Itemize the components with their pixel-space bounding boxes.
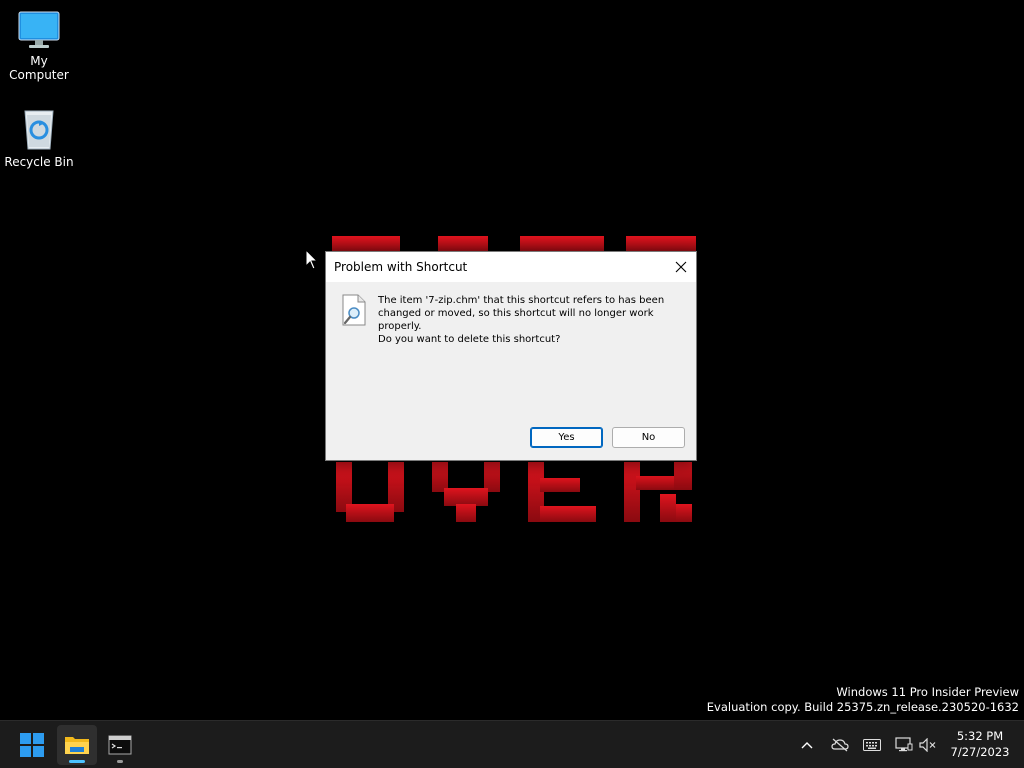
taskbar: 5:32 PM 7/27/2023 <box>0 720 1024 768</box>
dialog-body: The item '7-zip.chm' that this shortcut … <box>326 282 696 460</box>
onedrive-icon <box>831 738 849 752</box>
desktop: My Computer Recycle Bin Problem with Sho… <box>0 0 1024 720</box>
desktop-icon-label: My Computer <box>9 54 69 82</box>
clock-time: 5:32 PM <box>956 729 1004 743</box>
yes-button[interactable]: Yes <box>530 427 603 448</box>
terminal-icon <box>108 735 132 755</box>
onedrive-tray-button[interactable] <box>830 735 850 755</box>
dialog-close-button[interactable] <box>666 252 696 282</box>
volume-tray-button[interactable] <box>918 735 938 755</box>
recycle-bin-desktop-icon[interactable]: Recycle Bin <box>0 107 79 169</box>
dialog-titlebar[interactable]: Problem with Shortcut <box>326 252 696 282</box>
start-button[interactable] <box>12 725 52 765</box>
windows-logo-icon <box>20 733 44 757</box>
keyboard-icon <box>863 739 881 751</box>
running-app-indicator <box>117 760 123 763</box>
no-button[interactable]: No <box>612 427 685 448</box>
taskbar-terminal-button[interactable] <box>100 725 140 765</box>
monitor-icon <box>18 11 60 48</box>
active-app-indicator <box>69 760 85 763</box>
recycle-bin-icon <box>24 110 54 150</box>
close-icon <box>675 261 687 273</box>
watermark-line-2: Evaluation copy. Build 25375.zn_release.… <box>706 700 1019 714</box>
taskbar-clock[interactable]: 5:32 PM 7/27/2023 <box>940 728 1020 760</box>
clock-date: 7/27/2023 <box>950 745 1010 759</box>
my-computer-desktop-icon[interactable]: My Computer <box>0 10 79 82</box>
folder-icon <box>65 737 89 754</box>
volume-muted-icon <box>919 738 936 752</box>
mouse-cursor-icon <box>305 249 319 270</box>
show-hidden-icons-button[interactable] <box>797 735 817 755</box>
dialog-title: Problem with Shortcut <box>334 260 468 274</box>
input-indicator-button[interactable] <box>862 735 882 755</box>
dialog-message: The item '7-zip.chm' that this shortcut … <box>378 295 665 332</box>
document-search-icon <box>342 294 366 326</box>
chevron-up-icon <box>801 742 813 749</box>
evaluation-watermark: Windows 11 Pro Insider Preview Evaluatio… <box>707 685 1019 715</box>
taskbar-file-explorer-button[interactable] <box>57 725 97 765</box>
network-tray-button[interactable] <box>894 735 914 755</box>
network-icon <box>895 737 913 752</box>
desktop-icon-label: Recycle Bin <box>4 155 74 169</box>
problem-with-shortcut-dialog: Problem with Shortcut The item '7-zip.ch… <box>325 251 697 461</box>
watermark-line-1: Windows 11 Pro Insider Preview <box>836 685 1019 699</box>
dialog-question: Do you want to delete this shortcut? <box>378 334 561 345</box>
